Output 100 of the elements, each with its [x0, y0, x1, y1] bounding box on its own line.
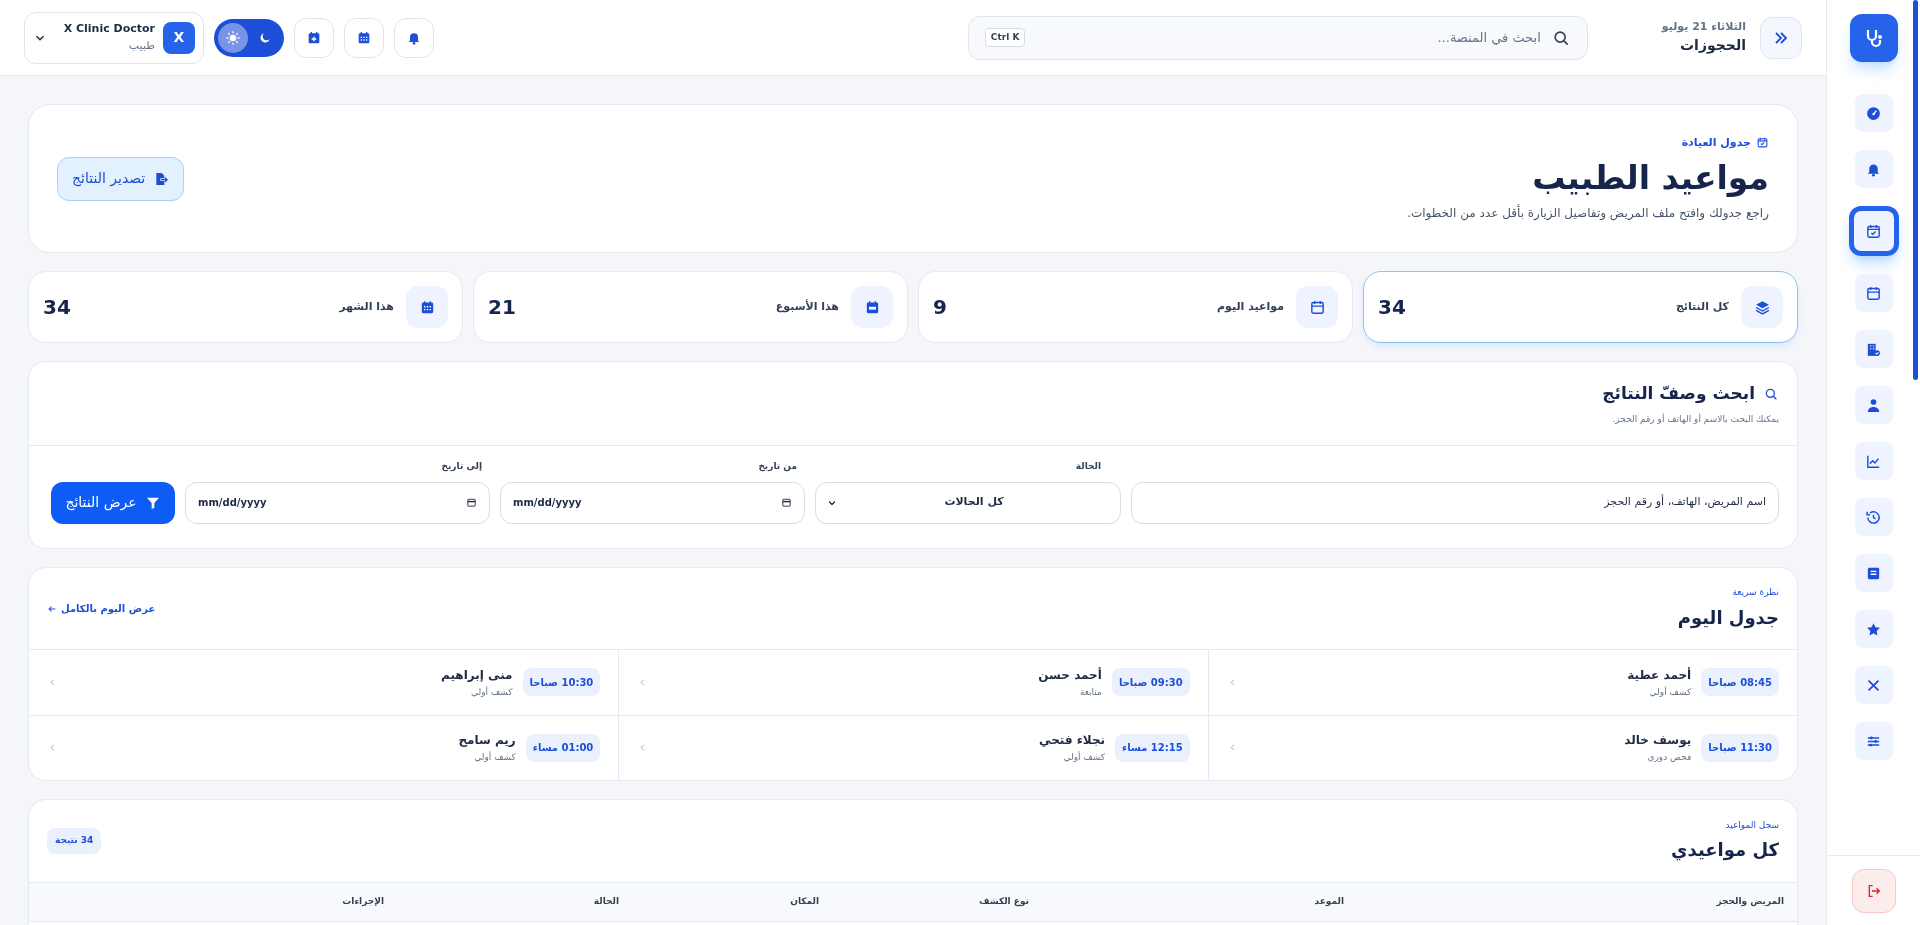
stat-value: 34 — [1378, 294, 1406, 321]
calendar-icon — [466, 497, 477, 508]
visit-type: كشف أولي — [1062, 751, 1106, 764]
patient-name: ريم سامح — [458, 732, 516, 749]
schedule-item[interactable]: 11:30 صباحا يوسف خالد فحص دوري — [1207, 714, 1797, 780]
calendar-plus-icon — [306, 29, 322, 46]
visit-type: كشف أولي — [1648, 685, 1692, 699]
schedule-item[interactable]: 09:30 صباحا أحمد حسن متابعة — [618, 650, 1208, 715]
field-label: إلى تاريخ — [440, 460, 483, 474]
status-select[interactable]: كل الحالات — [815, 481, 1121, 524]
export-button[interactable]: تصدير النتائج — [57, 156, 185, 201]
calendar-icon — [1308, 298, 1326, 316]
view-full-day-link[interactable]: عرض اليوم بالكامل — [47, 601, 156, 616]
sidebar-item[interactable] — [1854, 666, 1893, 704]
schedule-item[interactable]: 08:45 صباحا أحمد عطية كشف أولي — [1207, 650, 1797, 715]
stat-label: هذا الأسبوع — [775, 298, 839, 315]
export-icon — [153, 170, 170, 187]
time-badge: 09:30 صباحا — [1111, 668, 1190, 697]
schedule-item[interactable]: 01:00 مساء ريم سامح كشف أولي — [29, 714, 619, 780]
visit-type: فحص دوري — [1646, 751, 1692, 764]
time-badge: 10:30 صباحا — [522, 668, 601, 697]
sidebar-item[interactable] — [1854, 330, 1893, 368]
gauge-icon — [1865, 104, 1882, 122]
date-text: الثلاثاء 21 يوليو — [1661, 18, 1746, 35]
sidebar-item[interactable] — [1854, 94, 1893, 132]
show-results-button[interactable]: عرض النتائج — [51, 481, 175, 524]
sidebar-item[interactable] — [1854, 442, 1893, 480]
sidebar-item[interactable] — [1854, 722, 1893, 760]
patient-name: منى إبراهيم — [441, 666, 513, 684]
avatar: X — [163, 21, 195, 54]
moon-icon — [258, 30, 272, 45]
page-title: الحجوزات — [1679, 36, 1746, 56]
history-icon — [1865, 508, 1882, 526]
person-icon — [1865, 396, 1882, 414]
section-hint: يمكنك البحث بالاسم أو الهاتف أو رقم الحجز. — [1611, 412, 1779, 426]
time-badge: 11:30 صباحا — [1701, 733, 1779, 762]
time-badge: 01:00 مساء — [525, 733, 601, 762]
notifications-button[interactable] — [394, 17, 434, 58]
theme-toggle[interactable] — [214, 18, 284, 57]
patient-search-field[interactable]: اسم المريض، الهاتف، أو رقم الحجز — [1131, 481, 1779, 524]
patient-name: نجلاء فتحي — [1039, 732, 1106, 749]
sun-icon — [225, 29, 241, 46]
column-header: المريض والحجز — [1715, 895, 1784, 909]
sidebar-item[interactable] — [1854, 150, 1893, 188]
visit-type: متابعة — [1078, 685, 1102, 699]
calendar-button[interactable] — [344, 17, 384, 58]
placeholder-text: اسم المريض، الهاتف، أو رقم الحجز — [1604, 494, 1766, 511]
eyebrow-text: جدول العيادة — [1681, 134, 1751, 151]
star-icon — [1865, 620, 1882, 638]
layers-icon — [1753, 298, 1771, 316]
field-label: من تاريخ — [757, 460, 798, 474]
sidebar-item[interactable] — [1854, 498, 1893, 536]
calendar-check-icon — [1756, 136, 1769, 150]
schedule-item[interactable]: 12:15 مساء نجلاء فتحي كشف أولي — [618, 714, 1208, 780]
stat-value: 34 — [43, 294, 71, 321]
calendar-check-icon — [1865, 222, 1882, 240]
column-header: المكان — [789, 895, 819, 909]
time-badge: 12:15 مساء — [1115, 733, 1190, 762]
user-name: X Clinic Doctor — [63, 21, 155, 37]
stat-label: هذا الشهر — [339, 298, 394, 315]
column-header: الإجراءات — [341, 895, 384, 909]
patient-name: أحمد حسن — [1038, 666, 1102, 684]
date-field[interactable]: mm/dd/yyyy — [500, 481, 805, 524]
column-header: نوع الكشف — [978, 895, 1029, 909]
sidebar-item[interactable] — [1854, 274, 1893, 312]
date-field[interactable]: mm/dd/yyyy — [185, 481, 490, 524]
scrollbar[interactable] — [1913, 0, 1918, 380]
page-heading: مواعيد الطبيب — [1531, 157, 1769, 199]
logout-button[interactable] — [1851, 868, 1896, 913]
patient-name: يوسف خالد — [1624, 732, 1692, 749]
section-title: جدول اليوم — [1677, 605, 1779, 631]
logo[interactable] — [1849, 14, 1898, 62]
section-title: كل مواعيدي — [1671, 838, 1779, 863]
section-title: ابحث وصفّ النتائج — [1602, 382, 1755, 406]
user-role: طبيب — [127, 37, 155, 54]
column-header: الموعد — [1313, 895, 1344, 909]
sidebar-item[interactable] — [1854, 554, 1893, 592]
schedule-item[interactable]: 10:30 صباحا منى إبراهيم كشف أولي — [29, 650, 619, 715]
eyebrow-text: سجل المواعيد — [1724, 818, 1779, 832]
add-appointment-button[interactable] — [294, 17, 334, 58]
time-badge: 08:45 صباحا — [1701, 668, 1779, 697]
page-subtitle: راجع جدولك وافتح ملف المريض وتفاصيل الزيارة بأقل عدد من الخطوات. — [1407, 204, 1769, 223]
calendar-icon — [781, 497, 792, 508]
column-header: الحالة — [592, 895, 619, 909]
arrow-left-icon — [47, 603, 57, 614]
collapse-button[interactable] — [1760, 16, 1802, 59]
calendar-icon — [1865, 284, 1882, 302]
placeholder-text: ابحث في المنصة... — [1436, 28, 1541, 47]
shortcut-key: Ctrl K — [984, 27, 1026, 48]
stat-value: 21 — [488, 294, 516, 321]
field-label: الحالة — [1074, 460, 1102, 473]
stat-label: مواعيد اليوم — [1217, 298, 1284, 315]
eyebrow-text: نظرة سريعة — [1731, 586, 1779, 600]
sidebar-item[interactable] — [1854, 610, 1893, 648]
stat-value: 9 — [933, 294, 947, 321]
sidebar-item[interactable] — [1854, 386, 1893, 424]
sidebar-item[interactable] — [1848, 206, 1899, 256]
visit-type: كشف أولي — [469, 685, 513, 699]
stat-label: كل النتائج — [1675, 298, 1729, 315]
calendar-icon — [356, 29, 372, 46]
